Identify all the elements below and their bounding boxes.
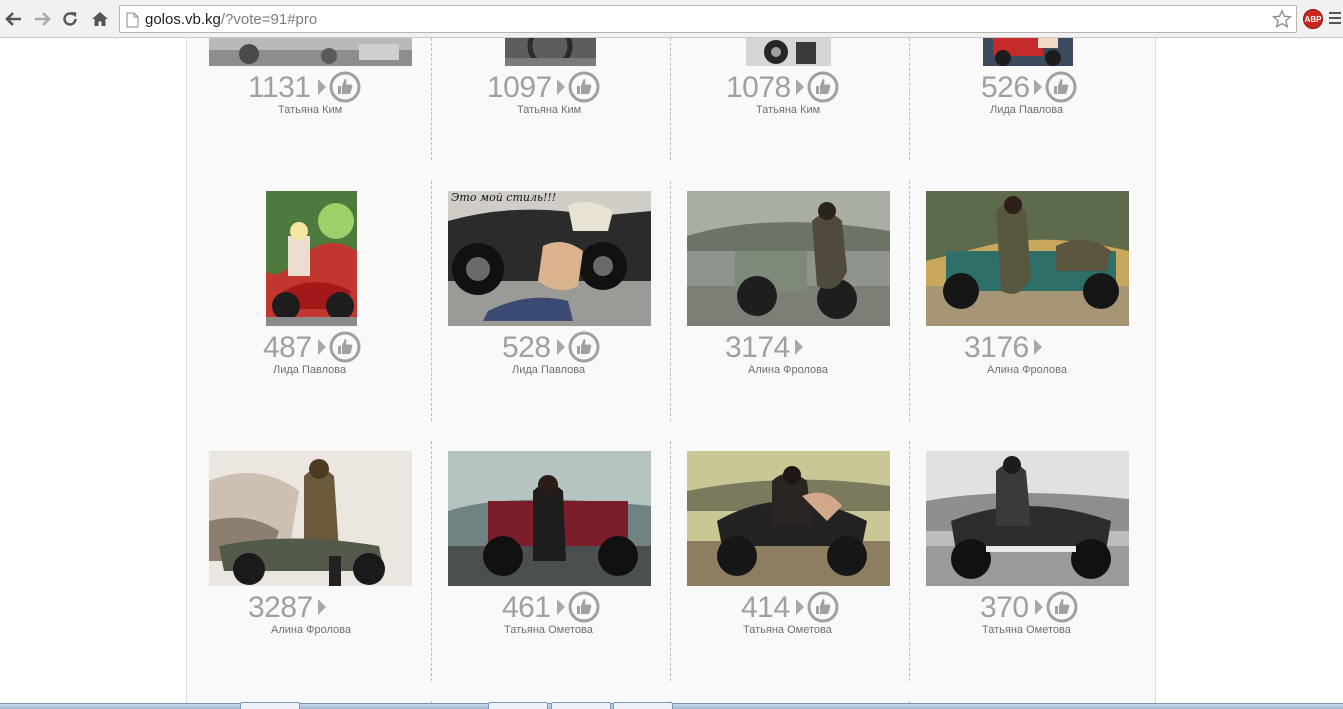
entry-photo[interactable] bbox=[209, 451, 412, 586]
entry-photo[interactable] bbox=[505, 38, 596, 66]
forward-arrow-icon bbox=[35, 12, 51, 26]
column-separator bbox=[431, 181, 432, 421]
entry-photo[interactable] bbox=[448, 451, 651, 586]
entry-photo[interactable] bbox=[687, 451, 890, 586]
author-name[interactable]: Лида Павлова bbox=[512, 364, 585, 376]
taskbar-button[interactable] bbox=[488, 702, 548, 709]
author-name[interactable]: Татьяна Ометова bbox=[504, 624, 593, 636]
thumbs-up-icon[interactable] bbox=[807, 71, 839, 103]
taskbar-button[interactable] bbox=[613, 702, 673, 709]
play-arrow-icon bbox=[796, 599, 804, 615]
back-arrow-icon bbox=[5, 12, 21, 26]
vote-gallery: 1131 Татьяна Ким 1097 Татьяна Ким 1078 Т… bbox=[186, 38, 1156, 709]
thumbs-up-icon[interactable] bbox=[568, 71, 600, 103]
vote-count: 528 bbox=[502, 331, 551, 364]
play-arrow-icon bbox=[557, 339, 565, 355]
play-arrow-icon bbox=[1034, 339, 1042, 355]
play-arrow-icon bbox=[318, 599, 326, 615]
vote-count: 3174 bbox=[725, 331, 790, 364]
play-arrow-icon bbox=[795, 339, 803, 355]
vote-count: 487 bbox=[263, 331, 312, 364]
entry-photo[interactable] bbox=[926, 451, 1129, 586]
entry-photo[interactable]: Это мой стиль!!! bbox=[448, 191, 651, 326]
column-separator bbox=[909, 38, 910, 160]
menu-icon[interactable] bbox=[1329, 10, 1341, 28]
vote-count: 1097 bbox=[487, 71, 552, 104]
author-name[interactable]: Татьяна Ким bbox=[756, 104, 820, 116]
vote-count: 526 bbox=[981, 71, 1030, 104]
vote-count: 1078 bbox=[726, 71, 791, 104]
back-button[interactable] bbox=[2, 7, 26, 31]
browser-toolbar: golos.vb.kg/?vote=91#pro ABP bbox=[0, 0, 1343, 38]
url-path: /?vote=91#pro bbox=[220, 11, 318, 28]
vote-count: 3176 bbox=[964, 331, 1029, 364]
author-name[interactable]: Татьяна Ким bbox=[278, 104, 342, 116]
thumbs-up-icon[interactable] bbox=[1045, 71, 1077, 103]
entry-photo[interactable] bbox=[746, 38, 831, 66]
column-separator bbox=[670, 38, 671, 160]
author-name[interactable]: Татьяна Ометова bbox=[743, 624, 832, 636]
column-separator bbox=[431, 38, 432, 160]
taskbar-button[interactable] bbox=[551, 702, 611, 709]
home-icon bbox=[92, 12, 108, 26]
play-arrow-icon bbox=[318, 79, 326, 95]
thumbs-up-icon[interactable] bbox=[1046, 591, 1078, 623]
author-name[interactable]: Татьяна Ким bbox=[517, 104, 581, 116]
page-icon bbox=[126, 12, 139, 28]
photo-caption: Это мой стиль!!! bbox=[451, 191, 557, 204]
taskbar-button[interactable] bbox=[240, 702, 300, 709]
author-name[interactable]: Алина Фролова bbox=[748, 364, 828, 376]
url-host: golos.vb.kg bbox=[145, 11, 221, 28]
vote-count: 414 bbox=[741, 591, 790, 624]
author-name[interactable]: Алина Фролова bbox=[987, 364, 1067, 376]
author-name[interactable]: Лида Павлова bbox=[273, 364, 346, 376]
url-text: golos.vb.kg/?vote=91#pro bbox=[145, 11, 317, 28]
star-icon[interactable] bbox=[1272, 9, 1292, 29]
thumbs-up-icon[interactable] bbox=[568, 591, 600, 623]
adblock-label: ABP bbox=[1304, 14, 1322, 24]
author-name[interactable]: Алина Фролова bbox=[271, 624, 351, 636]
play-arrow-icon bbox=[557, 599, 565, 615]
play-arrow-icon bbox=[557, 79, 565, 95]
reload-button[interactable] bbox=[58, 7, 82, 31]
reload-icon bbox=[63, 12, 77, 26]
forward-button[interactable] bbox=[30, 7, 54, 31]
play-arrow-icon bbox=[318, 339, 326, 355]
entry-photo[interactable] bbox=[687, 191, 890, 326]
thumbs-up-icon[interactable] bbox=[329, 331, 361, 363]
home-button[interactable] bbox=[88, 7, 112, 31]
column-separator bbox=[670, 181, 671, 421]
entry-photo[interactable] bbox=[266, 191, 357, 326]
column-separator bbox=[431, 441, 432, 681]
adblock-icon[interactable]: ABP bbox=[1303, 9, 1323, 29]
thumbs-up-icon[interactable] bbox=[807, 591, 839, 623]
vote-count: 461 bbox=[502, 591, 551, 624]
author-name[interactable]: Лида Павлова bbox=[990, 104, 1063, 116]
play-arrow-icon bbox=[1034, 79, 1042, 95]
entry-photo[interactable] bbox=[209, 38, 412, 66]
column-separator bbox=[909, 181, 910, 421]
play-arrow-icon bbox=[796, 79, 804, 95]
column-separator bbox=[909, 441, 910, 681]
entry-photo[interactable] bbox=[983, 38, 1073, 66]
vote-count: 370 bbox=[980, 591, 1029, 624]
thumbs-up-icon[interactable] bbox=[329, 71, 361, 103]
column-separator bbox=[670, 441, 671, 681]
address-bar[interactable]: golos.vb.kg/?vote=91#pro bbox=[119, 5, 1297, 33]
vote-count: 3287 bbox=[248, 591, 313, 624]
play-arrow-icon bbox=[1035, 599, 1043, 615]
thumbs-up-icon[interactable] bbox=[568, 331, 600, 363]
entry-photo[interactable] bbox=[926, 191, 1129, 326]
author-name[interactable]: Татьяна Ометова bbox=[982, 624, 1071, 636]
vote-count: 1131 bbox=[248, 71, 311, 104]
